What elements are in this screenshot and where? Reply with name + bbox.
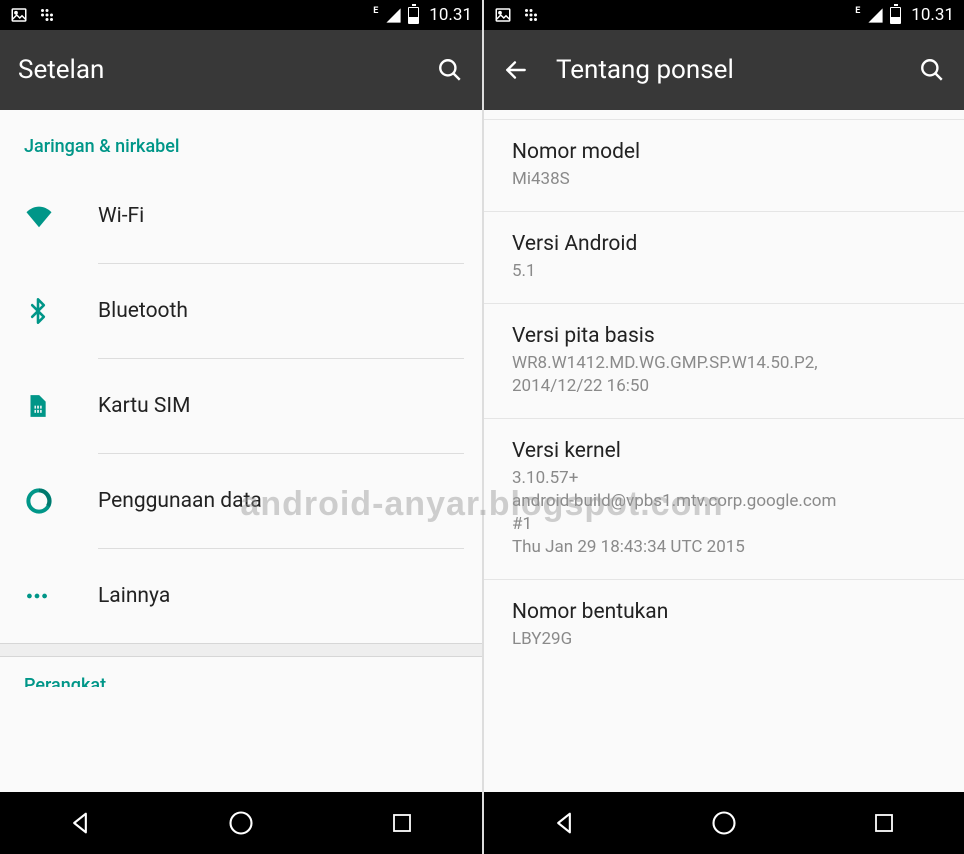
setting-item-more[interactable]: Lainnya	[0, 549, 482, 643]
about-item-build[interactable]: Nomor bentukan LBY29G	[484, 580, 964, 671]
setting-item-sim[interactable]: Kartu SIM	[0, 359, 482, 453]
signal-icon	[384, 6, 402, 24]
signal-icon	[866, 6, 884, 24]
navigation-bar	[484, 792, 964, 854]
setting-item-label: Lainnya	[98, 584, 464, 608]
search-icon	[437, 57, 463, 83]
about-item-kernel[interactable]: Versi kernel 3.10.57+ android-build@vpbs…	[484, 419, 964, 580]
about-list[interactable]: Nomor model Mi438S Versi Android 5.1 Ver…	[484, 110, 964, 792]
about-item-title: Nomor bentukan	[512, 600, 940, 624]
settings-list: Jaringan & nirkabel Wi-Fi Bluetooth K	[0, 110, 482, 792]
back-button[interactable]	[502, 56, 530, 84]
about-item-title: Nomor model	[512, 140, 940, 164]
screen-about-phone: E 10.31 Tentang ponsel Nomor model Mi438…	[482, 0, 964, 854]
clock-time: 10.31	[429, 5, 472, 25]
appbar-settings: Setelan	[0, 30, 482, 110]
setting-item-bluetooth[interactable]: Bluetooth	[0, 264, 482, 358]
nav-recent-icon	[872, 811, 896, 835]
about-item-value: 5.1	[512, 260, 940, 283]
nav-home-button[interactable]	[707, 806, 741, 840]
about-item-baseband[interactable]: Versi pita basis WR8.W1412.MD.WG.GMP.SP.…	[484, 304, 964, 419]
setting-item-label: Penggunaan data	[98, 489, 464, 513]
nav-back-icon	[66, 809, 94, 837]
section-header-wireless: Jaringan & nirkabel	[0, 110, 482, 169]
nav-recent-button[interactable]	[385, 806, 419, 840]
back-arrow-icon	[503, 57, 529, 83]
about-item-value: LBY29G	[512, 628, 940, 651]
search-button[interactable]	[436, 56, 464, 84]
setting-item-label: Wi-Fi	[98, 204, 464, 228]
about-item-value: Mi438S	[512, 168, 940, 191]
about-item-title: Versi Android	[512, 232, 940, 256]
page-title: Setelan	[18, 55, 410, 85]
about-item-model[interactable]: Nomor model Mi438S	[484, 120, 964, 212]
setting-item-wifi[interactable]: Wi-Fi	[0, 169, 482, 263]
search-icon	[919, 57, 945, 83]
network-type-icon: E	[373, 6, 378, 16]
clock-time: 10.31	[911, 5, 954, 25]
status-bar: E 10.31	[0, 0, 482, 30]
wifi-icon	[24, 201, 98, 231]
picture-icon	[10, 6, 28, 24]
nav-back-button[interactable]	[63, 806, 97, 840]
nav-home-icon	[227, 809, 255, 837]
setting-item-label: Kartu SIM	[98, 394, 464, 418]
screen-settings: E 10.31 Setelan Jaringan & nirkabel Wi-F…	[0, 0, 482, 854]
sim-card-icon	[24, 393, 98, 419]
nav-recent-icon	[390, 811, 414, 835]
list-top-divider	[484, 110, 964, 120]
page-title: Tentang ponsel	[556, 55, 892, 85]
battery-icon	[408, 7, 419, 24]
network-type-icon: E	[855, 6, 860, 16]
bbm-icon	[522, 6, 540, 24]
bbm-icon	[38, 6, 56, 24]
nav-home-button[interactable]	[224, 806, 258, 840]
nav-back-icon	[550, 809, 578, 837]
about-item-value: 3.10.57+ android-build@vpbs1.mtv.corp.go…	[512, 467, 940, 559]
about-item-value: WR8.W1412.MD.WG.GMP.SP.W14.50.P2, 2014/1…	[512, 352, 940, 398]
setting-item-data-usage[interactable]: Penggunaan data	[0, 454, 482, 548]
section-divider	[0, 643, 482, 657]
more-icon	[24, 583, 98, 609]
picture-icon	[494, 6, 512, 24]
nav-home-icon	[710, 809, 738, 837]
about-item-title: Versi pita basis	[512, 324, 940, 348]
appbar-about: Tentang ponsel	[484, 30, 964, 110]
bluetooth-icon	[24, 297, 98, 325]
about-item-android-version[interactable]: Versi Android 5.1	[484, 212, 964, 304]
section-header-device: Perangkat	[0, 657, 482, 687]
navigation-bar	[0, 792, 482, 854]
nav-back-button[interactable]	[547, 806, 581, 840]
nav-recent-button[interactable]	[867, 806, 901, 840]
about-item-title: Versi kernel	[512, 439, 940, 463]
status-bar: E 10.31	[484, 0, 964, 30]
data-usage-icon	[24, 486, 98, 516]
setting-item-label: Bluetooth	[98, 299, 464, 323]
search-button[interactable]	[918, 56, 946, 84]
battery-icon	[890, 7, 901, 24]
